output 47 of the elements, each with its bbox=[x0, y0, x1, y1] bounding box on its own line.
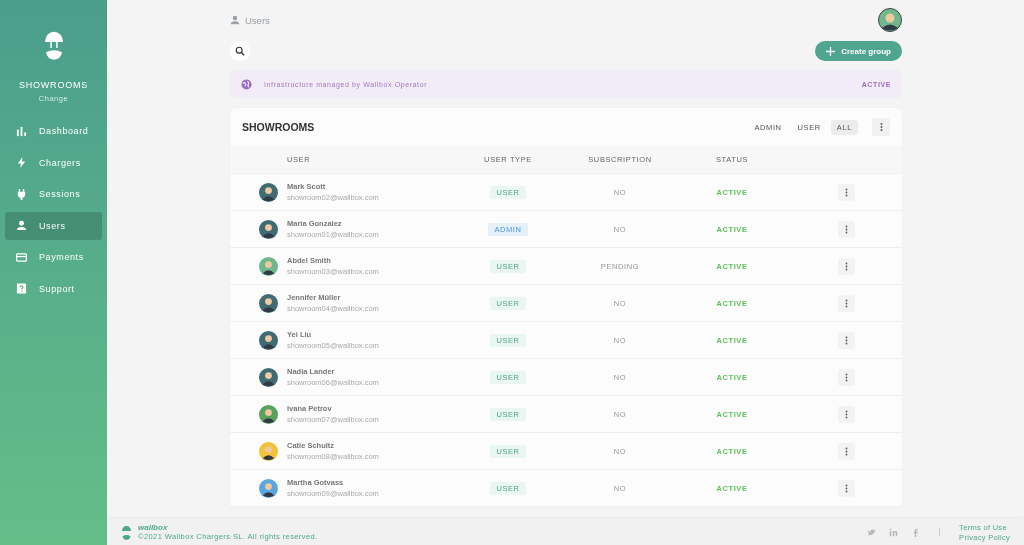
row-menu-button[interactable] bbox=[838, 368, 855, 386]
facebook-icon[interactable] bbox=[911, 527, 921, 537]
more-icon bbox=[845, 335, 848, 345]
more-icon bbox=[845, 483, 848, 493]
more-icon bbox=[845, 298, 848, 308]
group-title: SHOWROOMS bbox=[242, 121, 315, 133]
linkedin-icon[interactable] bbox=[889, 527, 899, 537]
row-menu-button[interactable] bbox=[838, 442, 855, 460]
more-icon bbox=[879, 122, 883, 132]
row-menu-button[interactable] bbox=[838, 183, 855, 201]
row-menu-button[interactable] bbox=[838, 294, 855, 312]
row-menu-button[interactable] bbox=[838, 257, 855, 275]
logo-icon bbox=[42, 30, 65, 60]
search-button[interactable] bbox=[230, 41, 250, 61]
more-icon bbox=[845, 224, 848, 234]
more-icon bbox=[845, 187, 848, 197]
page-title: Users bbox=[245, 14, 270, 26]
nav-item[interactable]: Chargers bbox=[5, 148, 102, 177]
logo-icon bbox=[121, 524, 132, 540]
help-icon bbox=[16, 283, 27, 294]
row-menu-button[interactable] bbox=[838, 479, 855, 497]
user-icon bbox=[16, 220, 27, 231]
nav-item[interactable]: Payments bbox=[5, 243, 102, 271]
nav-item[interactable]: Support bbox=[5, 274, 102, 303]
row-menu-button[interactable] bbox=[838, 220, 855, 238]
nav-item[interactable]: Users bbox=[5, 211, 102, 240]
search-icon bbox=[235, 46, 245, 56]
card-icon bbox=[16, 251, 27, 263]
bar-chart-icon bbox=[16, 125, 27, 137]
more-icon bbox=[845, 261, 848, 271]
avatar[interactable] bbox=[878, 8, 902, 32]
organization-name: SHOWROOMS bbox=[18, 80, 89, 90]
more-icon bbox=[845, 409, 848, 419]
create-group-button[interactable]: Create group bbox=[815, 41, 902, 61]
row-menu-button[interactable] bbox=[838, 405, 855, 423]
plus-icon bbox=[826, 46, 836, 56]
nav-item[interactable]: Sessions bbox=[5, 180, 102, 208]
more-button[interactable] bbox=[872, 118, 890, 136]
bolt-icon bbox=[16, 157, 27, 168]
brand-name: wallbox bbox=[138, 523, 169, 532]
bird-icon[interactable] bbox=[867, 527, 877, 537]
row-menu-button[interactable] bbox=[838, 331, 855, 349]
plug-icon bbox=[16, 188, 27, 200]
more-icon bbox=[845, 372, 848, 382]
user-icon bbox=[230, 15, 240, 25]
more-icon bbox=[845, 446, 848, 456]
nav-item[interactable]: Dashboard bbox=[5, 117, 102, 145]
